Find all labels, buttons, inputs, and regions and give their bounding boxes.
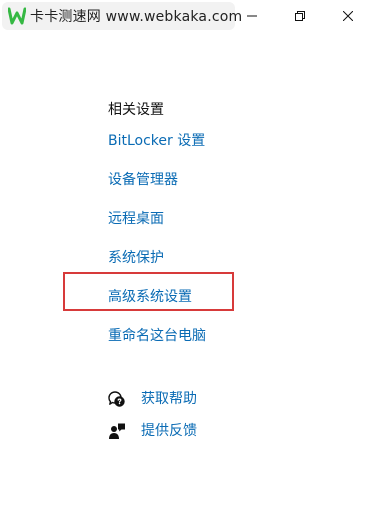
related-settings-section: 相关设置 BitLocker 设置 设备管理器 远程桌面 系统保护 高级系统设置… — [108, 101, 338, 345]
title-bar: 卡卡测速网 www.webkaka.com — [0, 0, 372, 32]
remote-desktop-link[interactable]: 远程桌面 — [108, 210, 338, 228]
device-manager-link[interactable]: 设备管理器 — [108, 171, 338, 189]
settings-window: 卡卡测速网 www.webkaka.com 相关设置 BitLocker 设置 … — [0, 0, 372, 519]
window-controls — [228, 0, 372, 32]
advanced-system-settings-link[interactable]: 高级系统设置 — [108, 288, 338, 306]
system-protection-link[interactable]: 系统保护 — [108, 249, 338, 267]
close-icon — [343, 11, 353, 21]
feedback-icon — [108, 422, 126, 440]
feedback-link[interactable]: 提供反馈 — [141, 422, 197, 440]
get-help-row[interactable]: 获取帮助 — [108, 389, 197, 409]
restore-button[interactable] — [276, 0, 324, 32]
watermark: 卡卡测速网 www.webkaka.com — [2, 2, 242, 30]
bitlocker-settings-link[interactable]: BitLocker 设置 — [108, 132, 338, 150]
restore-icon — [295, 11, 305, 21]
feedback-row[interactable]: 提供反馈 — [108, 421, 197, 441]
webkaka-logo-icon — [7, 7, 27, 25]
watermark-text: 卡卡测速网 www.webkaka.com — [30, 9, 243, 25]
related-settings-title: 相关设置 — [108, 102, 164, 118]
minimize-button[interactable] — [228, 0, 276, 32]
rename-this-pc-link[interactable]: 重命名这台电脑 — [108, 327, 338, 345]
minimize-icon — [247, 11, 257, 21]
get-help-link[interactable]: 获取帮助 — [141, 390, 197, 408]
get-help-icon — [108, 390, 126, 408]
close-button[interactable] — [324, 0, 372, 32]
